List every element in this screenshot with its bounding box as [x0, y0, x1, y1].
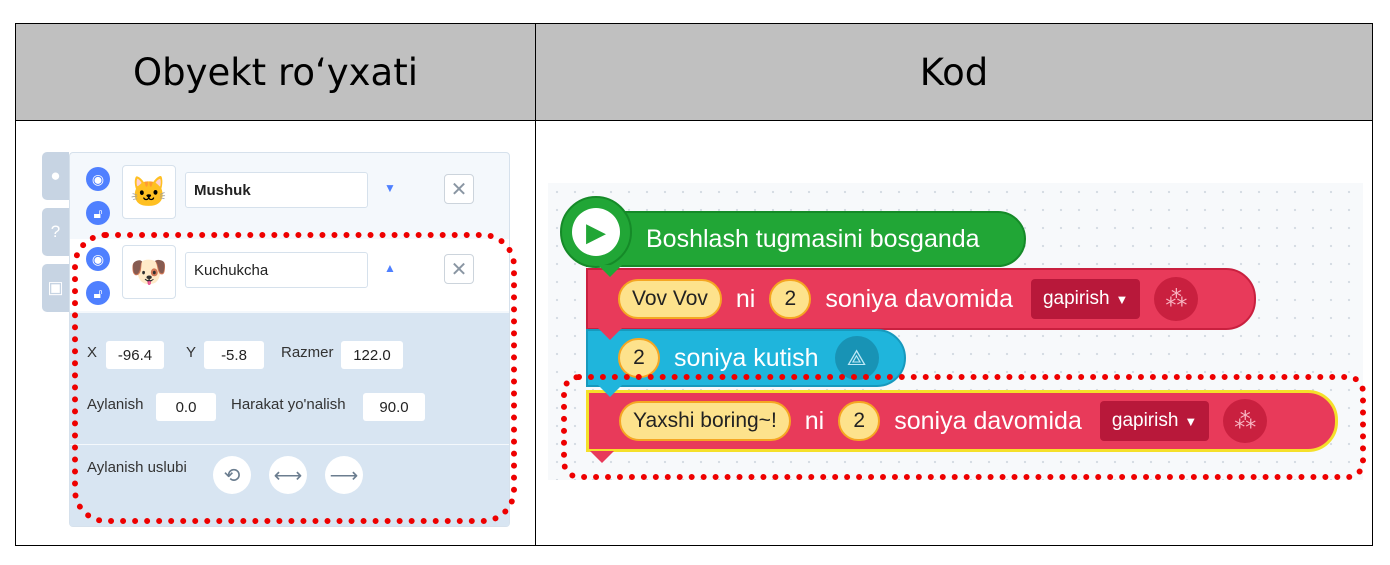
say-block-1[interactable]: Vov Vov ni 2 soniya davomida gapirish ▼ … — [586, 268, 1256, 330]
delete-object-button[interactable]: ✕ — [444, 174, 474, 204]
action-dropdown-value: gapirish — [1042, 288, 1110, 309]
cat-icon: 🐱 — [122, 165, 176, 219]
highlight-code-box — [561, 374, 1366, 480]
caret-down-icon: ▼ — [1115, 291, 1129, 307]
shapes-tab[interactable]: ● — [42, 152, 69, 200]
help-tab[interactable]: ? — [42, 208, 69, 256]
duration-label: soniya davomida — [825, 284, 1013, 313]
looks-icon: ⁂ — [1154, 277, 1199, 321]
shapes-icon: ● — [50, 166, 61, 185]
action-dropdown[interactable]: gapirish ▼ — [1030, 279, 1141, 319]
close-icon: ✕ — [450, 178, 468, 201]
unlock-icon[interactable]: 🔓︎ — [86, 201, 110, 225]
object-row-mushuk[interactable]: ◉ 🔓︎ 🐱 Mushuk ▼ ✕ — [70, 159, 509, 231]
highlight-object-box — [72, 232, 517, 524]
chevron-down-icon[interactable]: ▼ — [384, 181, 396, 195]
console-icon: ▣ — [47, 278, 64, 297]
help-icon: ? — [50, 222, 61, 241]
header-code: Kod — [536, 24, 1372, 120]
object-name-input[interactable]: Mushuk — [185, 172, 368, 208]
header-object-list: Obyekt ro‘yxati — [16, 24, 535, 120]
wait-label: soniya kutish — [674, 343, 819, 372]
block-notch — [598, 265, 622, 277]
block-notch — [598, 328, 622, 340]
console-tab[interactable]: ▣ — [42, 264, 69, 312]
seconds-input[interactable]: 2 — [769, 279, 812, 319]
say-text-input[interactable]: Vov Vov — [618, 279, 722, 319]
table-divider-horizontal — [16, 120, 1372, 121]
start-block-badge[interactable]: ▶ — [560, 196, 632, 268]
play-icon: ▶ — [572, 208, 620, 256]
table-divider-vertical — [535, 24, 536, 545]
ni-label: ni — [735, 284, 756, 313]
eye-icon[interactable]: ◉ — [86, 167, 110, 191]
start-block-label: Boshlash tugmasini bosganda — [646, 224, 980, 253]
wait-seconds-input[interactable]: 2 — [618, 338, 660, 378]
start-block[interactable]: Boshlash tugmasini bosganda — [586, 211, 1026, 267]
